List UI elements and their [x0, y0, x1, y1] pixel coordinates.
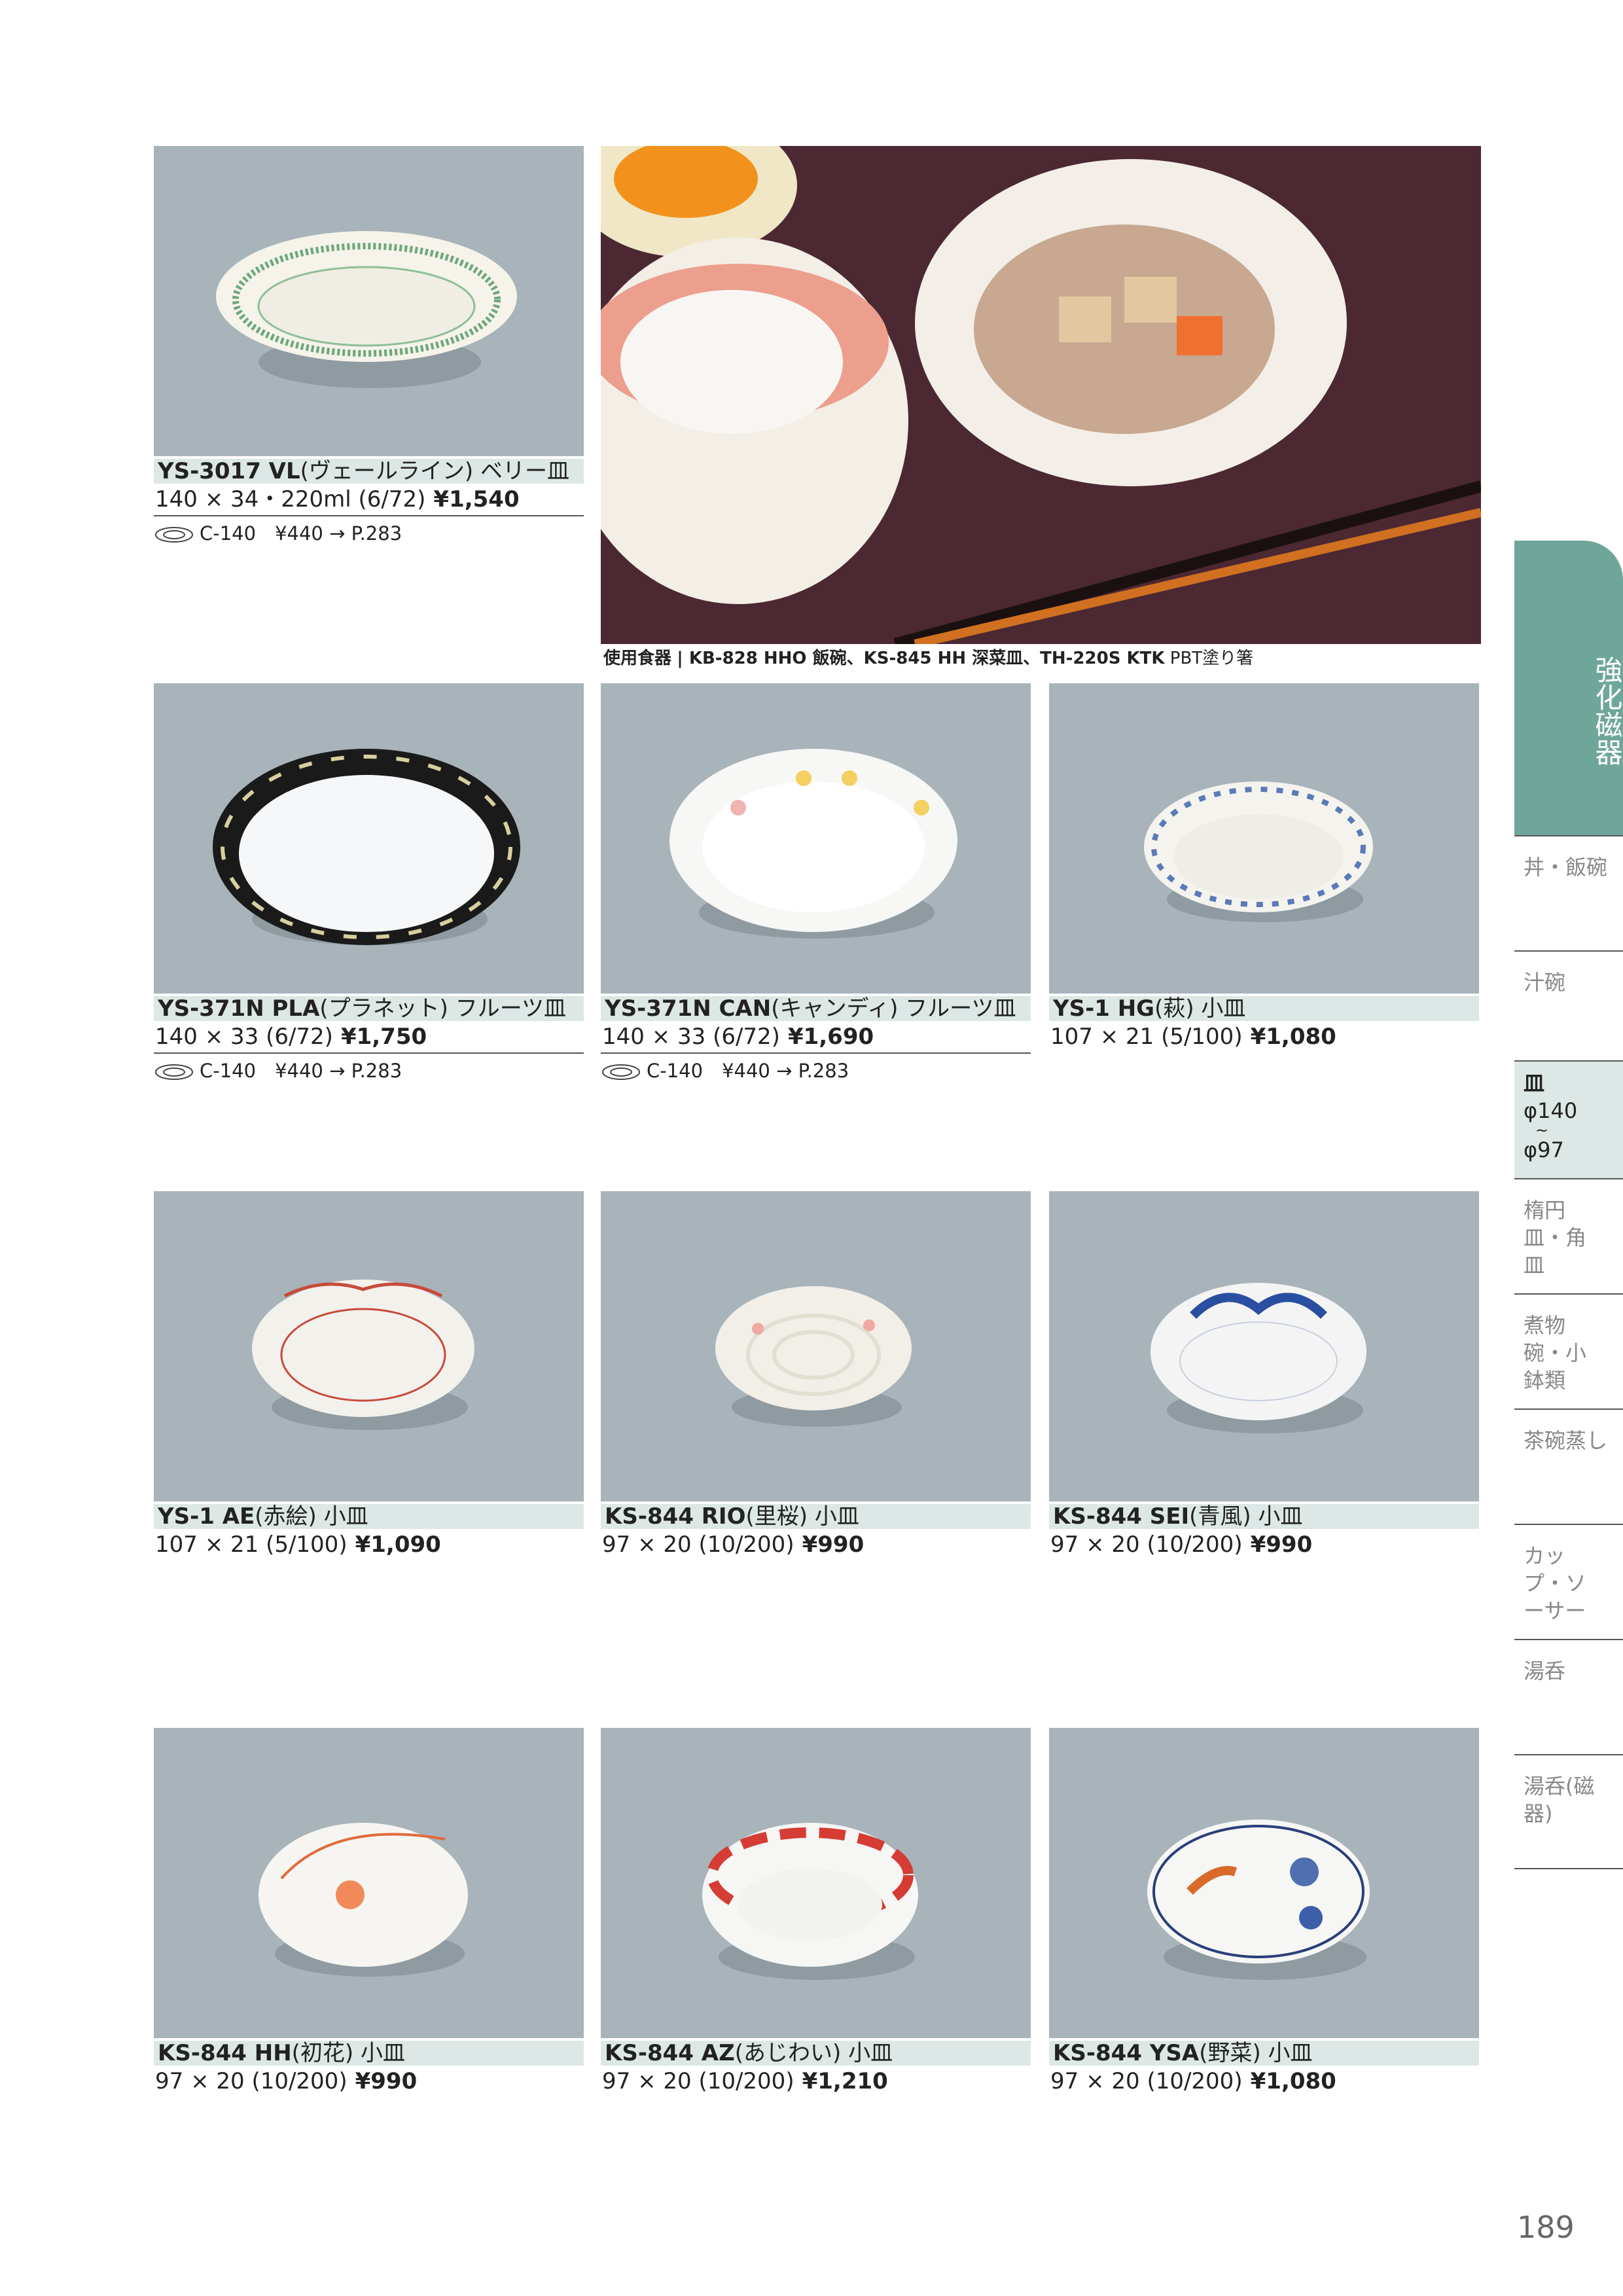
product-photo: [601, 1191, 1031, 1501]
sidebar-item-plate-current[interactable]: 皿 φ140 ~ φ97: [1514, 1060, 1623, 1178]
product-spec: 97 × 20 (10/200) ¥990: [1050, 1532, 1313, 1558]
product-title: KS-844 YSA(野菜) 小皿: [1049, 2041, 1479, 2066]
product-title: KS-844 RIO(里桜) 小皿: [601, 1504, 1031, 1529]
product-price: ¥1,210: [802, 2068, 888, 2094]
product-price: ¥990: [1250, 1532, 1313, 1558]
saucer-accessory: C-140 ¥440 → P.283: [154, 1059, 402, 1083]
product-price: ¥1,080: [1250, 1024, 1336, 1050]
divider: [154, 515, 584, 516]
divider: [601, 1052, 1031, 1054]
product-spec: 97 × 20 (10/200) ¥990: [602, 1532, 865, 1558]
product-photo: [154, 146, 584, 456]
product-photo: [154, 1728, 584, 2038]
saucer-accessory: C-140 ¥440 → P.283: [154, 522, 402, 545]
sidebar-item-donburi[interactable]: 丼・飯碗: [1514, 835, 1623, 950]
product-price: ¥990: [355, 2068, 418, 2094]
product-photo: [154, 683, 584, 994]
product-spec: 140 × 33 (6/72) ¥1,750: [155, 1024, 427, 1050]
product-price: ¥990: [802, 1532, 865, 1558]
product-title: YS-1 HG(萩) 小皿: [1049, 996, 1479, 1021]
product-spec: 97 × 20 (10/200) ¥990: [155, 2068, 418, 2094]
product-spec: 97 × 20 (10/200) ¥1,210: [602, 2068, 888, 2094]
product-price: ¥1,690: [787, 1024, 874, 1050]
sidebar-item-yunomi[interactable]: 湯呑: [1514, 1639, 1623, 1744]
product-photo: [1049, 1728, 1479, 2038]
product-photo: [154, 1191, 584, 1501]
sidebar-tab-active[interactable]: 強化磁器: [1514, 541, 1623, 835]
sidebar-item-chawanmushi[interactable]: 茶碗蒸し: [1514, 1408, 1623, 1513]
product-title: YS-1 AE(赤絵) 小皿: [154, 1504, 584, 1529]
product-spec: 107 × 21 (5/100) ¥1,090: [155, 1532, 441, 1558]
product-photo: [601, 1728, 1031, 2038]
product-title: YS-371N PLA(プラネット) フルーツ皿: [154, 996, 584, 1021]
product-title: YS-3017 VL(ヴェールライン) ベリー皿: [154, 459, 584, 484]
product-price: ¥1,540: [433, 486, 520, 512]
saucer-icon: [154, 526, 194, 544]
product-photo: [601, 683, 1031, 994]
product-price: ¥1,090: [355, 1532, 441, 1558]
product-spec: 97 × 20 (10/200) ¥1,080: [1050, 2068, 1336, 2094]
product-photo: [1049, 1191, 1479, 1501]
product-photo: [1049, 683, 1479, 994]
product-price: ¥1,080: [1250, 2068, 1336, 2094]
saucer-icon: [154, 1063, 194, 1081]
sidebar-item-soup-bowl[interactable]: 汁碗: [1514, 950, 1623, 1060]
product-price: ¥1,750: [340, 1024, 427, 1050]
saucer-accessory: C-140 ¥440 → P.283: [601, 1059, 849, 1083]
divider: [154, 1052, 584, 1054]
sidebar-item-cup-saucer[interactable]: カップ・ソーサー: [1514, 1524, 1623, 1628]
sidebar-item-nimono[interactable]: 煮物碗・小鉢類: [1514, 1293, 1623, 1398]
product-title: YS-371N CAN(キャンディ) フルーツ皿: [601, 996, 1031, 1021]
hero-caption: 使用食器 | KB-828 HHO 飯碗、KS-845 HH 深菜皿、TH-22…: [603, 649, 1254, 668]
product-spec: 140 × 33 (6/72) ¥1,690: [602, 1024, 874, 1050]
sidebar-item-oval-square[interactable]: 楕円皿・角皿: [1514, 1178, 1623, 1283]
saucer-icon: [601, 1063, 641, 1081]
product-spec: 140 × 34・220ml (6/72) ¥1,540: [155, 486, 520, 512]
product-title: KS-844 HH(初花) 小皿: [154, 2041, 584, 2066]
product-title: KS-844 SEI(青風) 小皿: [1049, 1504, 1479, 1529]
sidebar-item-yunomi-porcelain[interactable]: 湯呑(磁器): [1514, 1754, 1623, 1869]
product-title: KS-844 AZ(あじわい) 小皿: [601, 2041, 1031, 2066]
product-spec: 107 × 21 (5/100) ¥1,080: [1050, 1024, 1336, 1050]
page-number: 189: [1517, 2210, 1575, 2245]
hero-photo: [601, 146, 1481, 644]
